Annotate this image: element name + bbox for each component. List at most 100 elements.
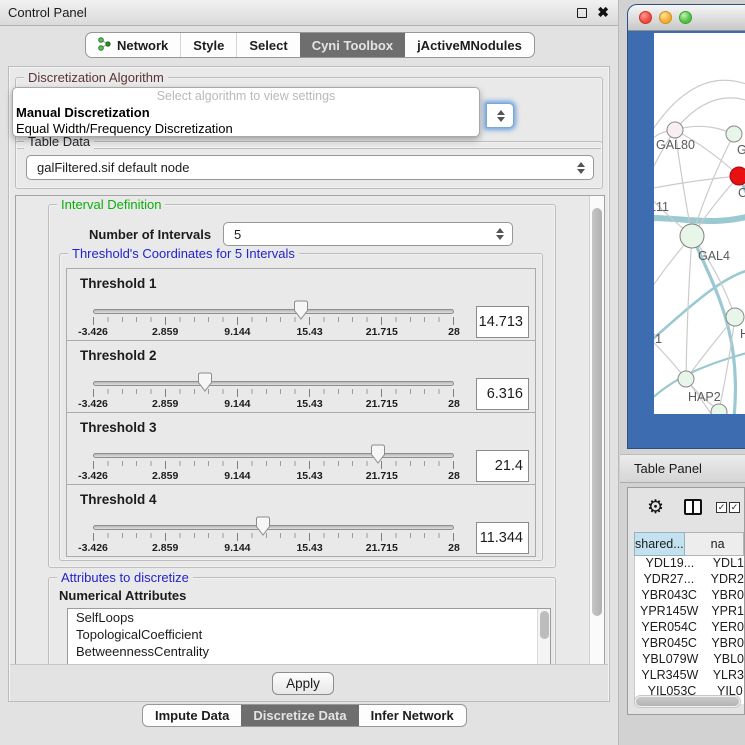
cell[interactable]: YPR1 (703, 604, 744, 620)
cell[interactable]: YBR043C (635, 588, 703, 604)
slider-track[interactable] (93, 453, 454, 458)
cell[interactable]: YBR0 (703, 588, 744, 604)
node-gal80[interactable] (667, 122, 683, 138)
slider-thumb[interactable] (255, 516, 270, 536)
table-row[interactable]: YLR345WYLR3 (635, 668, 744, 684)
interval-definition-title: Interval Definition (57, 197, 165, 212)
combo-arrows-icon (577, 162, 586, 174)
float-window-icon[interactable] (577, 8, 587, 18)
cell[interactable]: YDR27... (635, 572, 703, 588)
control-panel-title: Control Panel (8, 0, 87, 25)
threshold-2-label: Threshold 2 (80, 348, 157, 363)
threshold-2-slider[interactable]: -3.426 2.859 9.144 15.43 21.715 28 (93, 381, 454, 410)
tick-label: 15.43 (296, 326, 322, 338)
checkbox-icon[interactable]: ✓ (729, 502, 740, 513)
table-panel-toolbar: ⚙ ✓ ✓ (628, 488, 744, 528)
column-header-name[interactable]: na (685, 532, 744, 556)
cell[interactable]: YDR2 (703, 572, 744, 588)
close-traffic-light-icon[interactable] (639, 11, 652, 24)
gear-icon[interactable]: ⚙ (647, 496, 664, 519)
slider-track[interactable] (93, 525, 454, 530)
network-view-window[interactable]: GAL80 GA C GAL11 GAL4 H GCY1 HAP2 (628, 5, 745, 448)
threshold-4-value-field[interactable]: 11.344 (476, 522, 529, 554)
thresholds-group-title: Threshold's Coordinates for 5 Intervals (68, 246, 299, 261)
node-ga[interactable] (726, 126, 742, 142)
cell[interactable]: YER054C (635, 620, 703, 636)
list-item[interactable]: BetweennessCentrality (68, 643, 550, 660)
apply-band: Apply (10, 664, 608, 701)
cell[interactable]: YER0 (703, 620, 744, 636)
threshold-4-slider[interactable]: -3.426 2.859 9.144 15.43 21.715 28 (93, 525, 454, 554)
tab-select[interactable]: Select (236, 33, 299, 57)
slider-track[interactable] (93, 309, 454, 314)
slider-thumb[interactable] (371, 444, 386, 464)
slider-thumb[interactable] (294, 300, 309, 320)
threshold-1-slider[interactable]: -3.426 2.859 9.144 15.43 21.715 28 (93, 309, 454, 338)
tick-label: 28 (448, 470, 460, 482)
tab-impute-data[interactable]: Impute Data (143, 705, 241, 726)
scrollbar-thumb[interactable] (636, 697, 739, 706)
algorithm-combobox[interactable] (486, 103, 514, 128)
table-row[interactable]: YER054CYER0 (635, 620, 744, 636)
threshold-2-value-field[interactable]: 6.316 (476, 378, 529, 410)
minimize-traffic-light-icon[interactable] (659, 11, 672, 24)
cell[interactable]: YBR0 (703, 636, 744, 652)
table-horizontal-scrollbar[interactable] (634, 695, 741, 708)
tab-select-label: Select (249, 38, 287, 53)
column-header-shared[interactable]: shared... (634, 532, 685, 556)
apply-button[interactable]: Apply (272, 672, 334, 695)
dropdown-option-equal-width[interactable]: Equal Width/Frequency Discretization (13, 121, 479, 137)
dropdown-hint-item[interactable]: Select algorithm to view settings (13, 88, 479, 105)
table-row[interactable]: YBL079WYBL0 (635, 652, 744, 668)
table-data-combobox[interactable]: galFiltered.sif default node (26, 155, 594, 180)
scrollbar-thumb[interactable] (592, 208, 602, 616)
cell[interactable]: YBR045C (635, 636, 703, 652)
table-row[interactable]: YDL19...YDL1 (635, 556, 744, 572)
cyni-bottom-tab-bar: Impute Data Discretize Data Infer Networ… (142, 704, 467, 727)
node-red[interactable] (730, 167, 745, 185)
node-hap2[interactable] (678, 371, 694, 387)
tab-jactivemnodules[interactable]: jActiveMNodules (405, 33, 534, 57)
slider-thumb[interactable] (197, 372, 212, 392)
node-table: shared... na YDL19...YDL1 YDR27...YDR2 Y… (634, 532, 744, 706)
tab-infer-network[interactable]: Infer Network (359, 705, 466, 726)
tick-label: 28 (448, 326, 460, 338)
tab-network[interactable]: Network (86, 33, 180, 57)
node-h[interactable] (726, 308, 744, 326)
cell[interactable]: YDL1 (705, 556, 744, 572)
table-row[interactable]: YDR27...YDR2 (635, 572, 744, 588)
cell[interactable]: YLR345W (635, 668, 705, 684)
cell[interactable]: YLR3 (705, 668, 744, 684)
list-item[interactable]: TopologicalCoefficient (68, 626, 550, 643)
threshold-3-value-field[interactable]: 21.4 (476, 450, 529, 482)
tab-style[interactable]: Style (180, 33, 236, 57)
tab-cyni-toolbox[interactable]: Cyni Toolbox (300, 33, 405, 57)
cell[interactable]: YBL079W (635, 652, 705, 668)
node-gal4[interactable] (680, 224, 704, 248)
zoom-traffic-light-icon[interactable] (679, 11, 692, 24)
table-row[interactable]: YBR045CYBR0 (635, 636, 744, 652)
network-canvas[interactable]: GAL80 GA C GAL11 GAL4 H GCY1 HAP2 (654, 33, 745, 414)
table-row[interactable]: YPR145WYPR1 (635, 604, 744, 620)
threshold-1-value-field[interactable]: 14.713 (476, 306, 529, 338)
checkbox-icon[interactable]: ✓ (716, 502, 727, 513)
node-label: HAP2 (688, 390, 721, 404)
threshold-3-slider[interactable]: -3.426 2.859 9.144 15.43 21.715 28 (93, 453, 454, 482)
table-row[interactable]: YBR043CYBR0 (635, 588, 744, 604)
slider-ticks (93, 533, 454, 541)
threshold-4-panel: Threshold 4 -3.426 2.859 9.144 (66, 484, 536, 557)
dropdown-option-manual[interactable]: Manual Discretization (13, 105, 479, 121)
number-of-intervals-combobox[interactable]: 5 (223, 222, 513, 246)
cell[interactable]: YBL0 (705, 652, 744, 668)
cell[interactable]: YDL19... (635, 556, 705, 572)
network-graph: GAL80 GA C GAL11 GAL4 H GCY1 HAP2 (654, 33, 745, 414)
close-icon[interactable]: ✖ (597, 4, 609, 21)
cell[interactable]: YPR145W (635, 604, 703, 620)
split-columns-icon[interactable] (684, 499, 702, 515)
list-scrollbar-thumb[interactable] (540, 611, 549, 639)
slider-track[interactable] (93, 381, 454, 386)
tab-discretize-data[interactable]: Discretize Data (241, 705, 358, 726)
settings-vertical-scrollbar[interactable] (589, 196, 604, 700)
tick-label: 9.144 (224, 398, 250, 410)
list-item[interactable]: SelfLoops (68, 609, 550, 626)
